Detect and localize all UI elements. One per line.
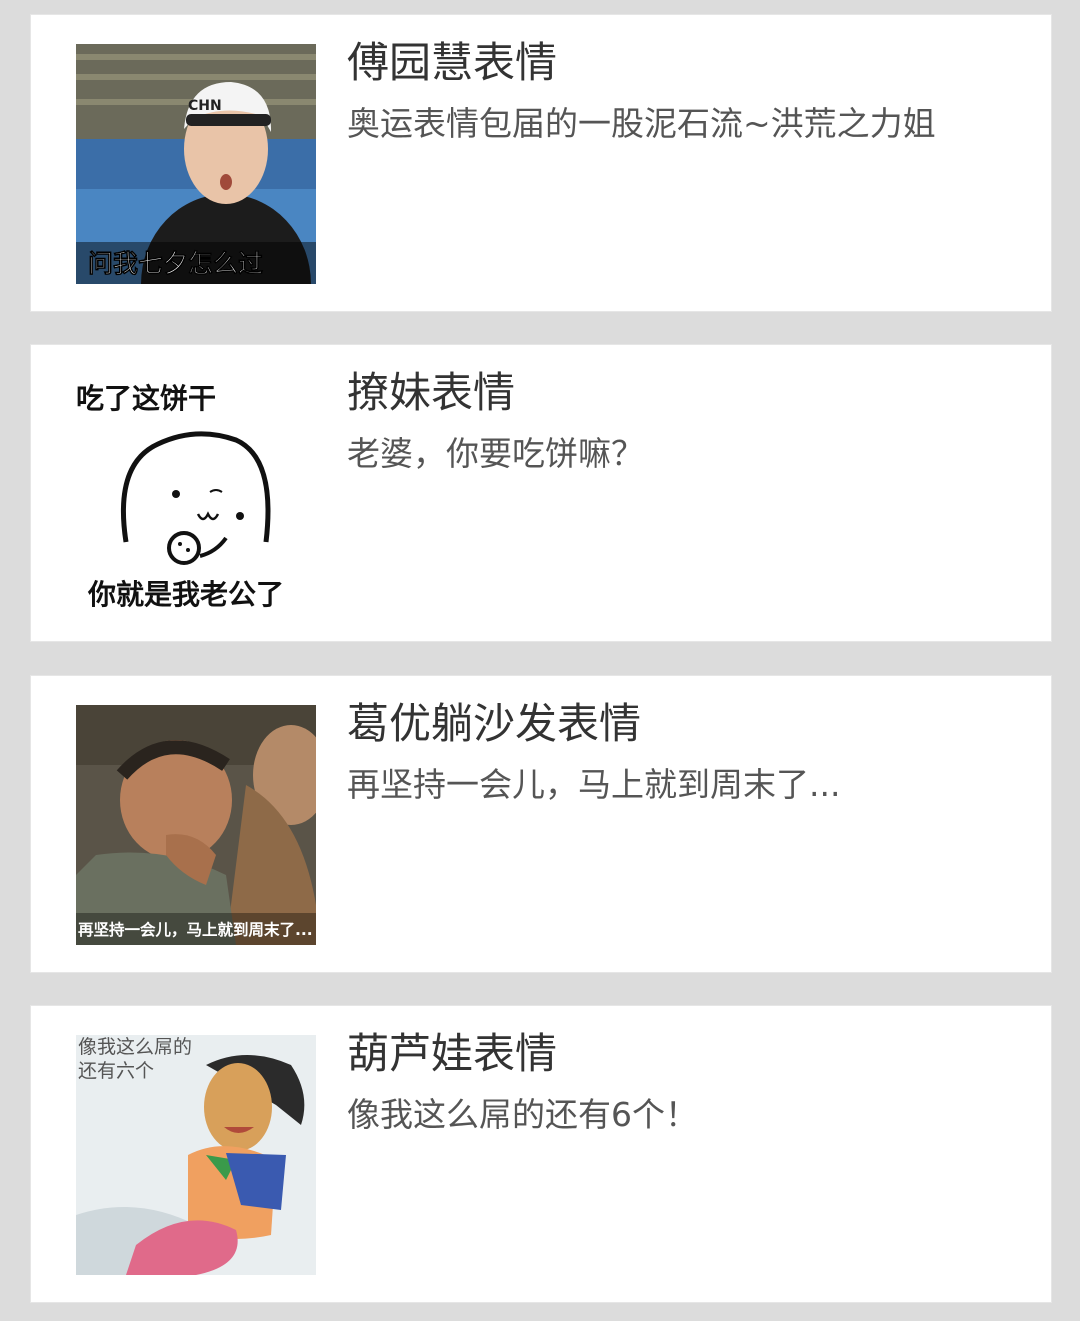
image-caption: 再坚持一会儿，马上就到周末了... bbox=[78, 920, 313, 939]
list-item[interactable]: 吃了这饼干 你就是我老公了 撩妹表情 老婆，你要吃饼嘛？ bbox=[30, 344, 1052, 642]
image-caption-top: 吃了这饼干 bbox=[76, 382, 216, 415]
emoji-thumbnail[interactable]: 吃了这饼干 你就是我老公了 bbox=[76, 374, 316, 614]
item-description: 老婆，你要吃饼嘛？ bbox=[347, 434, 644, 473]
list-item[interactable]: CHN 问我七夕怎么过 傅园慧表情 奥运表情包届的一股泥石流~洪荒之力姐 bbox=[30, 14, 1052, 312]
image-caption-bottom: 你就是我老公了 bbox=[87, 578, 284, 611]
item-description: 再坚持一会儿，马上就到周末了... bbox=[347, 765, 841, 804]
image-caption-line1: 像我这么屌的 bbox=[78, 1036, 192, 1058]
swimmer-image: CHN 问我七夕怎么过 bbox=[76, 44, 316, 284]
image-caption: 问我七夕怎么过 bbox=[88, 249, 263, 278]
cookie-doodle-image: 吃了这饼干 你就是我老公了 bbox=[76, 374, 316, 614]
list-item[interactable]: 像我这么屌的 还有六个 葫芦娃表情 像我这么屌的还有6个！ bbox=[30, 1005, 1052, 1303]
list-item[interactable]: 再坚持一会儿，马上就到周末了... 葛优躺沙发表情 再坚持一会儿，马上就到周末了… bbox=[30, 675, 1052, 973]
item-title: 葫芦娃表情 bbox=[347, 1029, 558, 1078]
ge-you-lying-image: 再坚持一会儿，马上就到周末了... bbox=[76, 705, 316, 945]
emoji-list: CHN 问我七夕怎么过 傅园慧表情 奥运表情包届的一股泥石流~洪荒之力姐 吃了这… bbox=[0, 0, 1080, 1321]
swim-cap-text: CHN bbox=[188, 98, 222, 114]
item-description: 奥运表情包届的一股泥石流~洪荒之力姐 bbox=[347, 104, 936, 143]
item-title: 撩妹表情 bbox=[347, 368, 516, 417]
emoji-thumbnail[interactable]: CHN 问我七夕怎么过 bbox=[76, 44, 316, 284]
item-description: 像我这么屌的还有6个！ bbox=[347, 1095, 698, 1134]
emoji-thumbnail[interactable]: 像我这么屌的 还有六个 bbox=[76, 1035, 316, 1275]
item-title: 傅园慧表情 bbox=[347, 38, 558, 87]
image-caption-line2: 还有六个 bbox=[78, 1060, 154, 1082]
emoji-thumbnail[interactable]: 再坚持一会儿，马上就到周末了... bbox=[76, 705, 316, 945]
calabash-brother-image: 像我这么屌的 还有六个 bbox=[76, 1035, 316, 1275]
item-title: 葛优躺沙发表情 bbox=[347, 699, 642, 748]
